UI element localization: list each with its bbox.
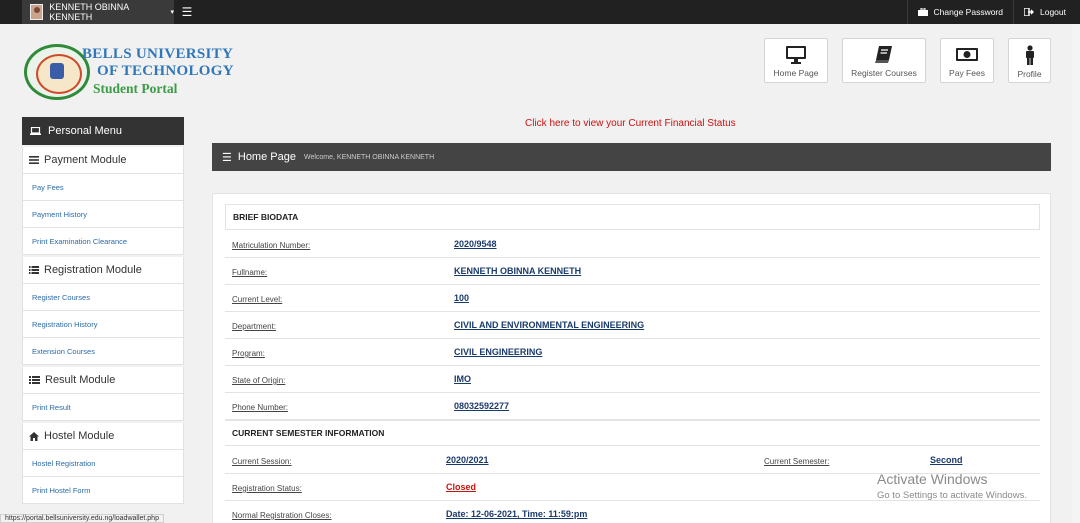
matric-number-value: 2020/9548	[454, 239, 497, 249]
user-avatar	[30, 4, 44, 20]
sidebar-item-payment-history[interactable]: Payment History	[22, 201, 184, 228]
monitor-icon	[786, 46, 806, 64]
sidebar-item-pay-fees[interactable]: Pay Fees	[22, 174, 184, 201]
welcome-text: Welcome, KENNETH OBINNA KENNETH	[303, 153, 435, 161]
sidebar-item-print-result[interactable]: Print Result	[22, 394, 184, 421]
briefcase-icon	[917, 8, 928, 16]
money-icon	[956, 48, 978, 61]
personal-menu-header: Personal Menu	[22, 117, 184, 145]
table-row: Current Session: 2020/2021 Current Semes…	[225, 447, 1040, 474]
home-page-button[interactable]: Home Page	[764, 38, 828, 83]
payment-module-header[interactable]: Payment Module	[22, 147, 184, 174]
register-courses-button-label: Register Courses	[851, 68, 917, 78]
profile-button[interactable]: Profile	[1008, 38, 1051, 83]
phone-number-value: 08032592277	[454, 401, 510, 411]
fullname-value: KENNETH OBINNA KENNETH	[454, 266, 582, 276]
user-menu-button[interactable]: KENNETH OBINNA KENNETH ▾	[22, 0, 174, 24]
change-password-label: Change Password	[933, 7, 1003, 17]
table-row: Current Level: 100	[225, 285, 1040, 312]
program-label: Program:	[232, 349, 265, 358]
sidebar-item-print-exam-clearance[interactable]: Print Examination Clearance	[22, 228, 184, 255]
current-level-label: Current Level:	[232, 295, 283, 304]
hostel-module-label: Hostel Module	[44, 430, 115, 442]
current-level-value: 100	[454, 293, 470, 303]
state-of-origin-value: IMO	[454, 374, 471, 384]
department-value: CIVIL AND ENVIRONMENTAL ENGINEERING	[454, 320, 645, 330]
phone-number-label: Phone Number:	[232, 403, 289, 412]
current-semester-label: Current Semester:	[764, 457, 830, 466]
home-page-title: Home Page	[237, 151, 296, 163]
current-semester-value: Second	[930, 455, 963, 465]
laptop-icon	[30, 127, 41, 135]
menu-bars-icon: ☰	[222, 151, 232, 164]
activate-windows-watermark: Activate Windows Go to Settings to activ…	[877, 471, 1027, 501]
home-page-header: ☰ Home Page Welcome, KENNETH OBINNA KENN…	[212, 143, 1051, 171]
current-session-value: 2020/2021	[446, 455, 489, 465]
sidebar-item-extension-courses[interactable]: Extension Courses	[22, 338, 184, 365]
activate-windows-title: Activate Windows	[877, 471, 988, 487]
personal-menu-title: Personal Menu	[48, 125, 122, 137]
list-icon	[29, 156, 39, 164]
program-value: CIVIL ENGINEERING	[454, 347, 543, 357]
registration-status-value: Closed	[446, 482, 477, 492]
matric-number-label: Matriculation Number:	[232, 241, 311, 250]
registration-closes-value: Date: 12-06-2021, Time: 11:59:pm	[446, 509, 588, 519]
sidebar: Personal Menu Payment Module Pay Fees Pa…	[22, 117, 184, 504]
logout-label: Logout	[1040, 7, 1066, 17]
result-module-header[interactable]: Result Module	[22, 367, 184, 394]
pay-fees-button-label: Pay Fees	[949, 68, 985, 78]
financial-status-link[interactable]: Click here to view your Current Financia…	[525, 118, 736, 129]
person-icon	[1025, 45, 1034, 65]
sidebar-item-register-courses[interactable]: Register Courses	[22, 284, 184, 311]
current-session-label: Current Session:	[232, 457, 292, 466]
sidebar-item-print-hostel-form[interactable]: Print Hostel Form	[22, 477, 184, 504]
registration-module-header[interactable]: Registration Module	[22, 257, 184, 284]
book-icon	[875, 46, 892, 63]
register-courses-button[interactable]: Register Courses	[842, 38, 926, 83]
payment-module-label: Payment Module	[44, 154, 127, 166]
table-row: Fullname: KENNETH OBINNA KENNETH	[225, 258, 1040, 285]
logo-subtitle: Student Portal	[93, 81, 178, 96]
activate-windows-hint: Go to Settings to activate Windows.	[877, 490, 1027, 501]
registration-status-label: Registration Status:	[232, 484, 302, 493]
page-scrollbar[interactable]	[1072, 24, 1080, 523]
top-navbar: KENNETH OBINNA KENNETH ▾ ☰ Change Passwo…	[0, 0, 1080, 24]
table-row: Normal Registration Closes: Date: 12-06-…	[225, 501, 1040, 523]
menu-toggle-icon[interactable]: ☰	[180, 5, 194, 19]
table-row: Department: CIVIL AND ENVIRONMENTAL ENGI…	[225, 312, 1040, 339]
home-icon	[29, 431, 39, 441]
table-row: Program: CIVIL ENGINEERING	[225, 339, 1040, 366]
fullname-label: Fullname:	[232, 268, 268, 277]
state-of-origin-label: State of Origin:	[232, 376, 286, 385]
result-module-label: Result Module	[45, 374, 116, 386]
result-list-icon	[29, 376, 40, 384]
registration-closes-label: Normal Registration Closes:	[232, 511, 332, 520]
semester-info-header: CURRENT SEMESTER INFORMATION	[225, 420, 1040, 446]
hostel-module-header[interactable]: Hostel Module	[22, 423, 184, 450]
change-password-link[interactable]: Change Password	[906, 0, 1013, 24]
sidebar-item-hostel-registration[interactable]: Hostel Registration	[22, 450, 184, 477]
registration-module-label: Registration Module	[44, 264, 142, 276]
caret-down-icon: ▾	[170, 9, 174, 16]
sign-out-icon	[1024, 8, 1034, 16]
user-name: KENNETH OBINNA KENNETH	[49, 2, 129, 22]
home-page-button-label: Home Page	[773, 68, 819, 78]
profile-button-label: Profile	[1017, 69, 1042, 79]
table-row: State of Origin: IMO	[225, 366, 1040, 393]
logo-title-line1: BELLS UNIVERSITY	[82, 46, 234, 62]
logout-link[interactable]: Logout	[1013, 0, 1080, 24]
browser-status-url: https://portal.bellsuniversity.edu.ng/lo…	[0, 514, 164, 523]
brief-biodata-header: BRIEF BIODATA	[225, 204, 1040, 230]
logo-title-line2: OF TECHNOLOGY	[97, 63, 234, 79]
university-seal	[24, 44, 90, 100]
pay-fees-button[interactable]: Pay Fees	[940, 38, 994, 83]
table-row: Phone Number: 08032592277	[225, 393, 1040, 420]
department-label: Department:	[232, 322, 277, 331]
sidebar-item-registration-history[interactable]: Registration History	[22, 311, 184, 338]
table-row: Matriculation Number: 2020/9548	[225, 231, 1040, 258]
tasks-icon	[29, 266, 39, 274]
